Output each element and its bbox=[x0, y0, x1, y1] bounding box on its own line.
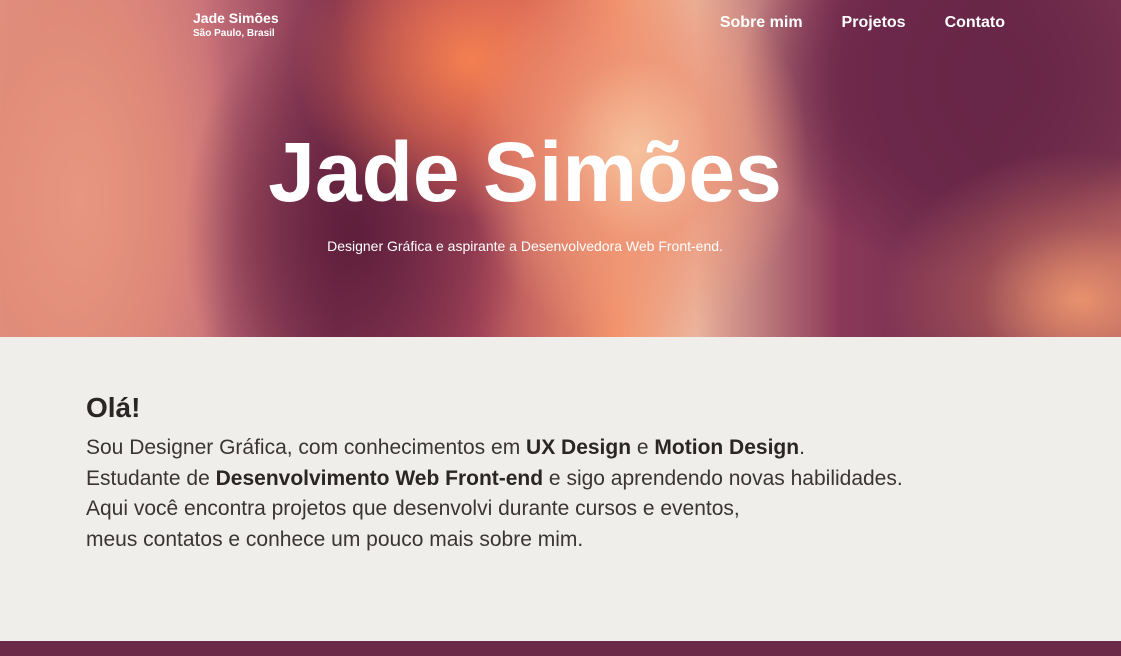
intro-text-line: meus contatos e conhece um pouco mais so… bbox=[86, 527, 584, 551]
nav-link-projetos[interactable]: Projetos bbox=[842, 14, 906, 32]
hero-banner: Jade Simões São Paulo, Brasil Sobre mim … bbox=[0, 0, 1121, 337]
intro-highlight-ux: UX Design bbox=[526, 436, 632, 459]
intro-text-fragment: Sou Designer Gráfica, com conhecimentos … bbox=[86, 436, 527, 459]
intro-section: Olá! Sou Designer Gráfica, com conhecime… bbox=[86, 390, 903, 555]
intro-text-fragment: . bbox=[799, 436, 805, 459]
nav-link-sobre-mim[interactable]: Sobre mim bbox=[720, 14, 803, 32]
brand-location: São Paulo, Brasil bbox=[193, 28, 275, 39]
intro-text-fragment: Estudante de bbox=[86, 466, 216, 490]
intro-text-fragment: e bbox=[631, 436, 655, 459]
intro-highlight-motion: Motion Design bbox=[654, 436, 800, 459]
intro-highlight-frontend: Desenvolvimento Web Front-end bbox=[215, 466, 544, 490]
intro-paragraph: Sou Designer Gráfica, com conhecimentos … bbox=[86, 433, 903, 555]
footer-bar bbox=[0, 641, 1121, 656]
brand[interactable]: Jade Simões São Paulo, Brasil bbox=[193, 10, 279, 40]
main-nav: Sobre mim Projetos Contato bbox=[720, 14, 1005, 32]
hero-title: Jade Simões bbox=[268, 125, 782, 219]
intro-text-fragment: e sigo aprendendo novas habilidades. bbox=[543, 466, 903, 490]
intro-heading: Olá! bbox=[86, 392, 141, 423]
nav-link-contato[interactable]: Contato bbox=[945, 14, 1005, 32]
hero-subtitle: Designer Gráfica e aspirante a Desenvolv… bbox=[327, 238, 723, 254]
brand-name: Jade Simões bbox=[193, 10, 279, 26]
intro-text-line: Aqui você encontra projetos que desenvol… bbox=[86, 497, 740, 520]
